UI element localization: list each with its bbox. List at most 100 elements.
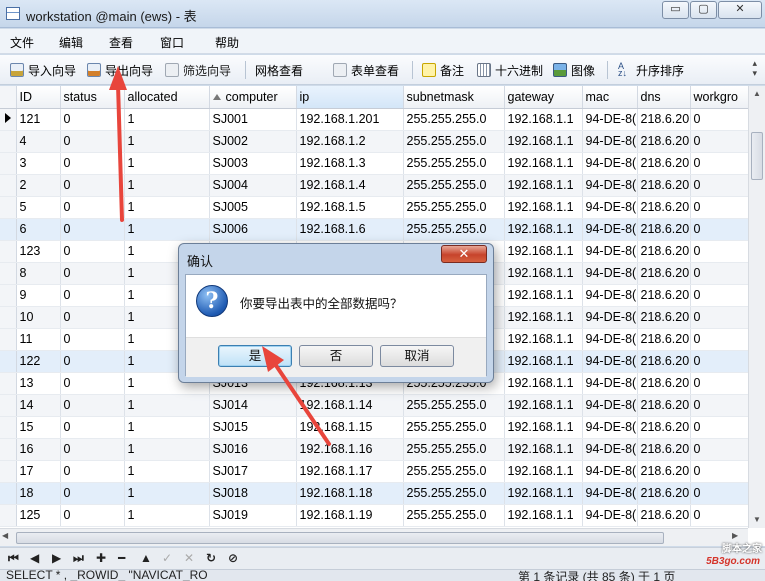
row-indicator[interactable] [0, 196, 17, 219]
cell-allocated[interactable]: 1 [124, 196, 210, 219]
hex-button[interactable]: 十六进制 [477, 61, 543, 79]
cell-status[interactable]: 0 [60, 416, 125, 439]
scroll-down-icon[interactable]: ▼ [749, 512, 765, 528]
import-wizard-button[interactable]: 导入向导 [10, 61, 76, 79]
cell-subnetmask[interactable]: 255.255.255.0 [403, 174, 505, 197]
cell-status[interactable]: 0 [60, 438, 125, 461]
cell-subnetmask[interactable]: 255.255.255.0 [403, 438, 505, 461]
cell-id[interactable]: 3 [16, 152, 61, 175]
table-row[interactable]: 14 0 1 SJ014 192.168.1.14 255.255.255.0 192.16… [0, 394, 749, 417]
cell-mac[interactable]: 94-DE-8( [582, 394, 638, 417]
cell-dns[interactable]: 218.6.20 [637, 174, 691, 197]
cell-mac[interactable]: 94-DE-8( [582, 240, 638, 263]
cell-gateway[interactable]: 192.168.1.1 [504, 262, 583, 285]
cell-status[interactable]: 0 [60, 218, 125, 241]
row-indicator[interactable] [0, 394, 17, 417]
cell-subnetmask[interactable]: 255.255.255.0 [403, 394, 505, 417]
last-record-icon[interactable]: ⏭ [73, 551, 84, 566]
row-indicator[interactable] [0, 328, 17, 351]
first-record-icon[interactable]: ⏮ [8, 551, 19, 566]
cell-ip[interactable]: 192.168.1.16 [296, 438, 404, 461]
cell-allocated[interactable]: 1 [124, 482, 210, 505]
discard-changes-icon[interactable]: ✕ [184, 551, 194, 565]
menu-edit[interactable]: 编辑 [59, 34, 83, 51]
cell-mac[interactable]: 94-DE-8( [582, 284, 638, 307]
cell-dns[interactable]: 218.6.20 [637, 240, 691, 263]
table-row[interactable]: 125 0 1 SJ019 192.168.1.19 255.255.255.0 192.1… [0, 504, 749, 527]
cell-allocated[interactable]: 1 [124, 152, 210, 175]
row-indicator[interactable] [0, 438, 17, 461]
table-row[interactable]: 4 0 1 SJ002 192.168.1.2 255.255.255.0 192.168.… [0, 130, 749, 153]
row-indicator[interactable] [0, 108, 17, 131]
cell-mac[interactable]: 94-DE-8( [582, 438, 638, 461]
apply-changes-icon[interactable]: ✓ [162, 551, 172, 565]
cell-mac[interactable]: 94-DE-8( [582, 130, 638, 153]
cell-allocated[interactable]: 1 [124, 460, 210, 483]
cell-workgroup[interactable]: 0 [690, 152, 749, 175]
cell-id[interactable]: 11 [16, 328, 61, 351]
table-row[interactable]: 121 0 1 SJ001 192.168.1.201 255.255.255.0 192.… [0, 108, 749, 131]
cell-status[interactable]: 0 [60, 350, 125, 373]
cell-ip[interactable]: 192.168.1.5 [296, 196, 404, 219]
cell-ip[interactable]: 192.168.1.17 [296, 460, 404, 483]
vertical-scroll-thumb[interactable] [751, 132, 763, 180]
cell-id[interactable]: 123 [16, 240, 61, 263]
cell-workgroup[interactable]: 0 [690, 284, 749, 307]
cell-id[interactable]: 17 [16, 460, 61, 483]
cell-workgroup[interactable]: 0 [690, 262, 749, 285]
cell-dns[interactable]: 218.6.20 [637, 328, 691, 351]
cell-mac[interactable]: 94-DE-8( [582, 108, 638, 131]
cell-ip[interactable]: 192.168.1.14 [296, 394, 404, 417]
dialog-close-button[interactable]: ✕ [441, 245, 487, 263]
cell-gateway[interactable]: 192.168.1.1 [504, 240, 583, 263]
cell-status[interactable]: 0 [60, 108, 125, 131]
cell-workgroup[interactable]: 0 [690, 460, 749, 483]
cell-workgroup[interactable]: 0 [690, 482, 749, 505]
edit-record-icon[interactable]: ▲ [140, 551, 152, 565]
row-indicator[interactable] [0, 416, 17, 439]
cell-ip[interactable]: 192.168.1.18 [296, 482, 404, 505]
cell-status[interactable]: 0 [60, 262, 125, 285]
cell-mac[interactable]: 94-DE-8( [582, 350, 638, 373]
next-record-icon[interactable]: ▶ [52, 551, 61, 565]
cell-id[interactable]: 15 [16, 416, 61, 439]
cell-id[interactable]: 8 [16, 262, 61, 285]
cell-subnetmask[interactable]: 255.255.255.0 [403, 504, 505, 527]
cell-allocated[interactable]: 1 [124, 218, 210, 241]
scroll-right-icon[interactable]: ▶ [732, 531, 738, 540]
cell-mac[interactable]: 94-DE-8( [582, 460, 638, 483]
table-row[interactable]: 3 0 1 SJ003 192.168.1.3 255.255.255.0 192.168.… [0, 152, 749, 175]
cell-subnetmask[interactable]: 255.255.255.0 [403, 416, 505, 439]
cell-computer[interactable]: SJ017 [209, 460, 297, 483]
cell-status[interactable]: 0 [60, 328, 125, 351]
no-button[interactable]: 否 [299, 345, 373, 367]
cell-mac[interactable]: 94-DE-8( [582, 328, 638, 351]
cell-ip[interactable]: 192.168.1.4 [296, 174, 404, 197]
cell-dns[interactable]: 218.6.20 [637, 416, 691, 439]
grid-view-button[interactable]: 网格查看 [255, 61, 303, 161]
stop-icon[interactable]: ⊘ [228, 551, 238, 565]
cell-dns[interactable]: 218.6.20 [637, 130, 691, 153]
cell-computer[interactable]: SJ003 [209, 152, 297, 175]
cell-ip[interactable]: 192.168.1.15 [296, 416, 404, 439]
cell-computer[interactable]: SJ004 [209, 174, 297, 197]
column-header-mac[interactable]: mac [582, 86, 638, 109]
column-header-ip[interactable]: ip [296, 86, 404, 109]
menu-window[interactable]: 窗口 [160, 34, 184, 51]
column-header-dns[interactable]: dns [637, 86, 691, 109]
cell-dns[interactable]: 218.6.20 [637, 394, 691, 417]
cell-id[interactable]: 6 [16, 218, 61, 241]
cell-status[interactable]: 0 [60, 152, 125, 175]
cell-dns[interactable]: 218.6.20 [637, 152, 691, 175]
cell-gateway[interactable]: 192.168.1.1 [504, 108, 583, 131]
maximize-button[interactable]: ▢ [690, 1, 717, 19]
cell-dns[interactable]: 218.6.20 [637, 262, 691, 285]
toolbar-overflow-icon[interactable]: ▴ ▾ [752, 58, 757, 78]
cell-dns[interactable]: 218.6.20 [637, 306, 691, 329]
cell-ip[interactable]: 192.168.1.19 [296, 504, 404, 527]
cell-subnetmask[interactable]: 255.255.255.0 [403, 152, 505, 175]
cell-mac[interactable]: 94-DE-8( [582, 174, 638, 197]
table-row[interactable]: 18 0 1 SJ018 192.168.1.18 255.255.255.0 192.16… [0, 482, 749, 505]
cell-id[interactable]: 2 [16, 174, 61, 197]
cell-allocated[interactable]: 1 [124, 130, 210, 153]
